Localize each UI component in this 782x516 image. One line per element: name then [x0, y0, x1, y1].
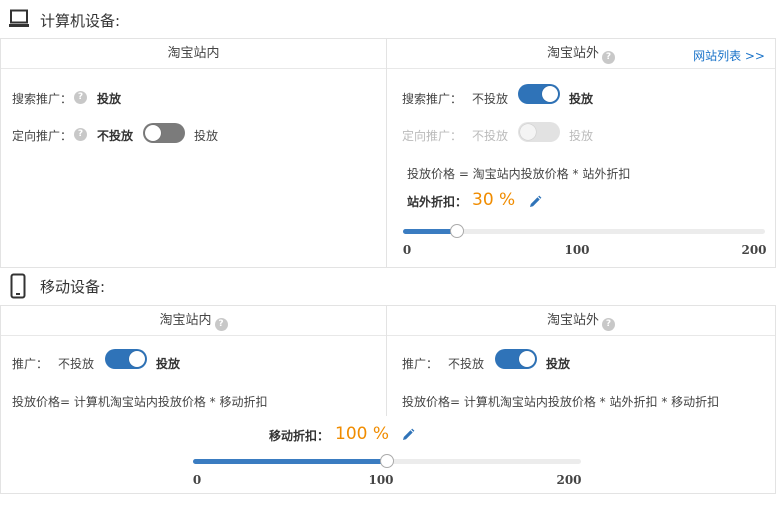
promo-on-label: 投放 — [156, 357, 181, 371]
computer-inside-panel: 淘宝站内 搜索推广： ? 投放 定向推广： ? 不投放 投放 — [0, 38, 387, 268]
mobile-outside-panel: 淘宝站外? 推广： 不投放 投放 投放价格= 计算机淘宝站内投放价格 * 站外折… — [386, 305, 776, 417]
slider-tick-mid: 100 — [564, 243, 590, 257]
panel-header: 淘宝站外? — [387, 306, 775, 336]
edit-pencil-icon[interactable] — [401, 428, 415, 442]
target-on-label: 投放 — [194, 129, 219, 143]
slider-thumb[interactable] — [380, 454, 394, 468]
panel-header-label: 淘宝站外 — [546, 313, 599, 328]
promo-toggle[interactable] — [105, 349, 147, 369]
discount-value: 100 % — [335, 424, 390, 444]
search-promo-toggle[interactable] — [518, 84, 560, 104]
toggle-knob — [519, 351, 535, 367]
promo-label: 推广： — [402, 357, 439, 371]
search-promo-label: 搜索推广： — [12, 92, 73, 106]
price-formula: 投放价格= 计算机淘宝站内投放价格 * 站外折扣 * 移动折扣 — [402, 395, 720, 409]
search-promo-label: 搜索推广： — [402, 92, 463, 106]
panel-header-label: 淘宝站内 — [167, 46, 220, 61]
slider-tick-mid: 100 — [368, 473, 394, 487]
toggle-knob — [129, 351, 145, 367]
search-off-label: 不投放 — [472, 92, 509, 106]
mobile-discount-slider[interactable] — [193, 454, 581, 468]
discount-value: 30 % — [472, 190, 516, 210]
promo-on-label: 投放 — [546, 357, 571, 371]
promo-off-label: 不投放 — [58, 357, 95, 371]
toggle-knob — [520, 124, 536, 140]
slider-tick-max: 200 — [556, 473, 582, 487]
price-formula: 投放价格= 计算机淘宝站内投放价格 * 移动折扣 — [12, 395, 268, 409]
target-promo-toggle — [518, 122, 560, 142]
help-icon[interactable]: ? — [602, 318, 615, 331]
target-off-label: 不投放 — [97, 129, 134, 143]
help-icon[interactable]: ? — [74, 128, 87, 141]
mobile-discount-panel: 移动折扣： 100 % 0 100 200 — [0, 416, 776, 494]
toggle-knob — [145, 125, 161, 141]
panel-header: 淘宝站内? — [1, 306, 386, 336]
promo-off-label: 不投放 — [448, 357, 485, 371]
mobile-inside-panel: 淘宝站内? 推广： 不投放 投放 投放价格= 计算机淘宝站内投放价格 * 移动折… — [0, 305, 387, 417]
computer-section-title: 计算机设备: — [40, 12, 121, 30]
target-off-label: 不投放 — [472, 129, 509, 143]
toggle-knob — [542, 86, 558, 102]
discount-label: 移动折扣： — [269, 429, 330, 443]
panel-header-label: 淘宝站内 — [159, 313, 212, 328]
slider-thumb[interactable] — [450, 224, 465, 238]
outside-discount-slider[interactable] — [403, 224, 765, 238]
help-icon[interactable]: ? — [602, 51, 615, 64]
mobile-section-title: 移动设备: — [40, 278, 106, 296]
slider-tick-min: 0 — [192, 473, 202, 487]
site-list-link[interactable]: 网站列表 >> — [693, 47, 765, 64]
discount-label: 站外折扣： — [407, 195, 468, 209]
target-promo-label: 定向推广： — [12, 129, 73, 143]
promo-label: 推广： — [12, 357, 49, 371]
panel-header-label: 淘宝站外 — [546, 46, 599, 61]
target-on-label: 投放 — [569, 129, 594, 143]
laptop-icon — [9, 9, 29, 27]
computer-outside-panel: 淘宝站外? 网站列表 >> 搜索推广： 不投放 投放 定向推广： 不投放 投放 … — [386, 38, 776, 268]
promo-toggle[interactable] — [495, 349, 537, 369]
panel-header: 淘宝站内 — [1, 39, 386, 69]
price-formula: 投放价格 = 淘宝站内投放价格 * 站外折扣 — [407, 167, 631, 181]
slider-tick-min: 0 — [402, 243, 412, 257]
help-icon[interactable]: ? — [74, 91, 87, 104]
target-promo-label: 定向推广： — [402, 129, 463, 143]
edit-pencil-icon[interactable] — [528, 195, 542, 209]
help-icon[interactable]: ? — [214, 318, 228, 331]
search-promo-value: 投放 — [97, 92, 122, 106]
mobile-phone-icon — [10, 273, 26, 299]
search-on-label: 投放 — [569, 92, 594, 106]
slider-fill — [403, 229, 458, 234]
slider-tick-max: 200 — [741, 243, 767, 257]
target-promo-toggle[interactable] — [143, 123, 185, 143]
slider-fill — [193, 459, 387, 464]
